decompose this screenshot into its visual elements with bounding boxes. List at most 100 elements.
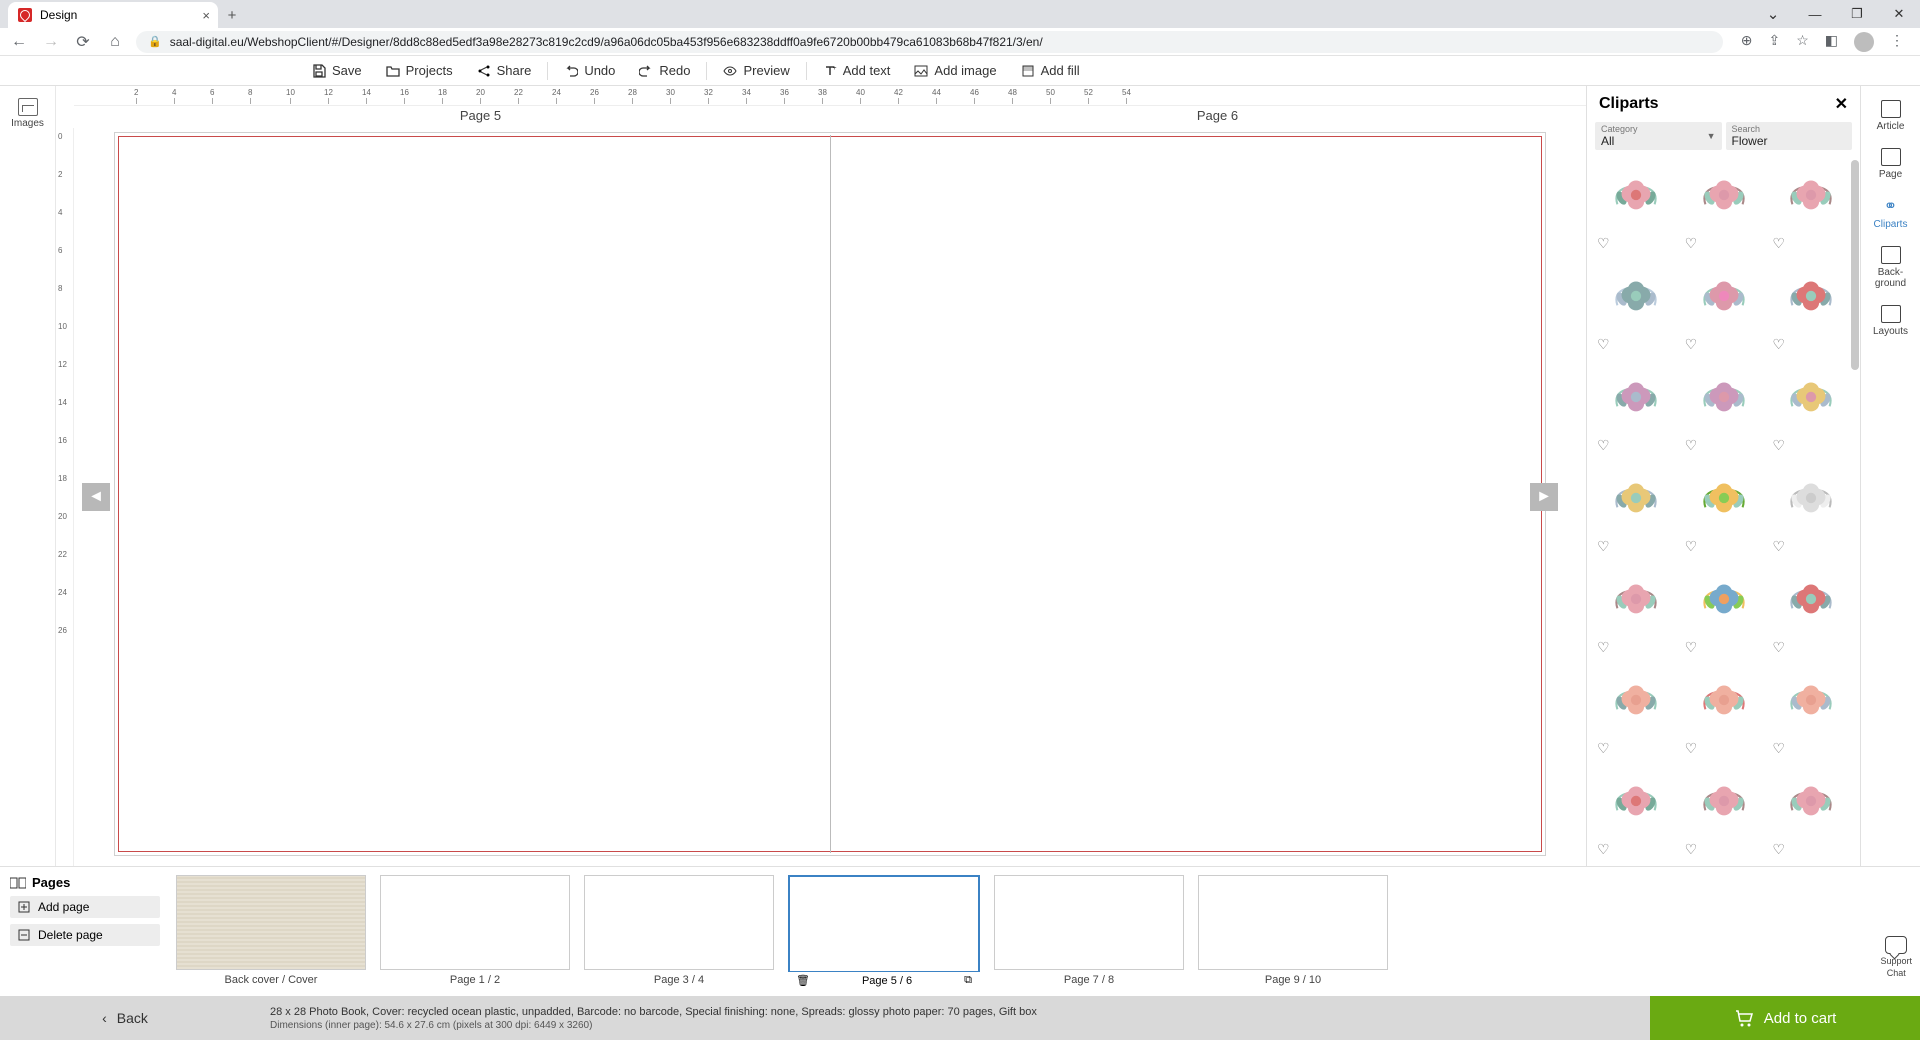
maximize-icon[interactable]: ❐ [1836, 0, 1878, 28]
next-spread-button[interactable]: ► [1530, 483, 1558, 511]
clipart-thumb[interactable] [1770, 463, 1852, 535]
add-text-button[interactable]: +Add text [811, 56, 903, 86]
close-panel-icon[interactable]: ✕ [1835, 94, 1848, 114]
favorite-icon[interactable]: ♡ [1770, 232, 1852, 255]
chevron-down-icon[interactable]: ⌄ [1752, 0, 1794, 28]
right-rail-page[interactable]: Page [1861, 140, 1920, 188]
url-field[interactable]: 🔒 saal-digital.eu/WebshopClient/#/Design… [136, 31, 1723, 53]
prev-spread-button[interactable]: ◄ [82, 483, 110, 511]
support-chat-button[interactable]: Support Chat [1880, 936, 1912, 978]
clipart-thumb[interactable] [1683, 261, 1765, 333]
clipart-item[interactable]: ♡ [1595, 261, 1677, 356]
clipart-item[interactable]: ♡ [1770, 564, 1852, 659]
cliparts-grid[interactable]: ♡ ♡ ♡ [1587, 156, 1860, 866]
favorite-icon[interactable]: ♡ [1595, 232, 1677, 255]
save-button[interactable]: Save [300, 56, 374, 86]
clipart-thumb[interactable] [1595, 766, 1677, 838]
clipart-item[interactable]: ♡ [1770, 766, 1852, 861]
back-button[interactable]: ‹ Back [0, 996, 250, 1040]
favorite-icon[interactable]: ♡ [1683, 737, 1765, 760]
zoom-icon[interactable]: ⊕ [1741, 32, 1753, 52]
clipart-thumb[interactable] [1683, 160, 1765, 232]
clipart-thumb[interactable] [1595, 261, 1677, 333]
add-image-button[interactable]: Add image [902, 56, 1008, 86]
clipart-thumb[interactable] [1595, 564, 1677, 636]
clipart-thumb[interactable] [1595, 362, 1677, 434]
favorite-icon[interactable]: ♡ [1683, 333, 1765, 356]
clipart-thumb[interactable] [1770, 160, 1852, 232]
page-thumb[interactable]: Back cover / Cover [176, 875, 366, 992]
clipart-thumb[interactable] [1595, 665, 1677, 737]
clipart-item[interactable]: ♡ [1683, 665, 1765, 760]
page-thumb[interactable]: Page 9 / 10 [1198, 875, 1388, 992]
clipart-item[interactable]: ♡ [1595, 766, 1677, 861]
clipart-item[interactable]: ♡ [1683, 160, 1765, 255]
favorite-icon[interactable]: ♡ [1770, 434, 1852, 457]
page-thumb[interactable]: Page 7 / 8 [994, 875, 1184, 992]
clipart-thumb[interactable] [1770, 261, 1852, 333]
browser-tab[interactable]: Design × [8, 2, 218, 28]
share-button[interactable]: Share [465, 56, 544, 86]
favorite-icon[interactable]: ♡ [1683, 535, 1765, 558]
page-thumb[interactable]: Page 3 / 4 [584, 875, 774, 992]
clipart-item[interactable]: ♡ [1683, 766, 1765, 861]
add-fill-button[interactable]: Add fill [1009, 56, 1092, 86]
clipart-item[interactable]: ♡ [1595, 564, 1677, 659]
close-window-icon[interactable]: ✕ [1878, 0, 1920, 28]
home-icon[interactable]: ⌂ [104, 33, 126, 51]
kebab-menu-icon[interactable]: ⋮ [1890, 32, 1904, 52]
clipart-item[interactable]: ♡ [1595, 665, 1677, 760]
minimize-icon[interactable]: — [1794, 0, 1836, 28]
favorite-icon[interactable]: ♡ [1770, 737, 1852, 760]
favorite-icon[interactable]: ♡ [1770, 333, 1852, 356]
clipart-thumb[interactable] [1683, 463, 1765, 535]
favorite-icon[interactable]: ♡ [1595, 838, 1677, 861]
favorite-icon[interactable]: ♡ [1595, 535, 1677, 558]
projects-button[interactable]: Projects [374, 56, 465, 86]
clipart-thumb[interactable] [1770, 665, 1852, 737]
favorite-icon[interactable]: ♡ [1770, 636, 1852, 659]
favorite-icon[interactable]: ♡ [1770, 535, 1852, 558]
favorite-icon[interactable]: ♡ [1595, 737, 1677, 760]
sidepanel-icon[interactable]: ◧ [1825, 32, 1838, 52]
clipart-thumb[interactable] [1595, 160, 1677, 232]
favorite-icon[interactable]: ♡ [1683, 636, 1765, 659]
clipart-thumb[interactable] [1770, 564, 1852, 636]
nav-forward-icon[interactable]: → [40, 33, 62, 51]
delete-page-button[interactable]: Delete page [10, 924, 160, 946]
clipart-item[interactable]: ♡ [1595, 463, 1677, 558]
page-thumbs[interactable]: Back cover / Cover Page 1 / 2 Page 3 / 4… [170, 867, 1920, 996]
clipart-thumb[interactable] [1770, 766, 1852, 838]
clipart-item[interactable]: ♡ [1683, 261, 1765, 356]
preview-button[interactable]: Preview [711, 56, 801, 86]
clipart-thumb[interactable] [1595, 463, 1677, 535]
favorite-icon[interactable]: ♡ [1683, 434, 1765, 457]
profile-icon[interactable] [1854, 32, 1874, 52]
spread[interactable] [114, 132, 1546, 856]
favorite-icon[interactable]: ♡ [1595, 636, 1677, 659]
add-page-button[interactable]: Add page [10, 896, 160, 918]
clipart-item[interactable]: ♡ [1770, 160, 1852, 255]
clipart-thumb[interactable] [1683, 766, 1765, 838]
clipart-thumb[interactable] [1683, 665, 1765, 737]
clipart-item[interactable]: ♡ [1683, 362, 1765, 457]
undo-button[interactable]: Undo [552, 56, 627, 86]
favorite-icon[interactable]: ♡ [1683, 838, 1765, 861]
page-thumb[interactable]: Page 1 / 2 [380, 875, 570, 992]
reload-icon[interactable]: ⟳ [72, 32, 94, 52]
clipart-thumb[interactable] [1770, 362, 1852, 434]
favorite-icon[interactable]: ♡ [1770, 838, 1852, 861]
bookmark-icon[interactable]: ☆ [1796, 32, 1809, 52]
trash-icon[interactable]: 🗑 [796, 974, 810, 987]
right-rail-cliparts[interactable]: ⚭Cliparts [1861, 188, 1920, 238]
right-rail-background[interactable]: Back- ground [1861, 238, 1920, 297]
page-thumb[interactable]: 🗑 Page 5 / 6 ⧉ [788, 875, 980, 992]
clipart-item[interactable]: ♡ [1683, 564, 1765, 659]
share-url-icon[interactable]: ⇪ [1768, 32, 1780, 52]
favorite-icon[interactable]: ♡ [1683, 232, 1765, 255]
favorite-icon[interactable]: ♡ [1595, 333, 1677, 356]
nav-back-icon[interactable]: ← [8, 33, 30, 51]
clipart-item[interactable]: ♡ [1770, 463, 1852, 558]
clipart-thumb[interactable] [1683, 564, 1765, 636]
clipart-thumb[interactable] [1683, 362, 1765, 434]
